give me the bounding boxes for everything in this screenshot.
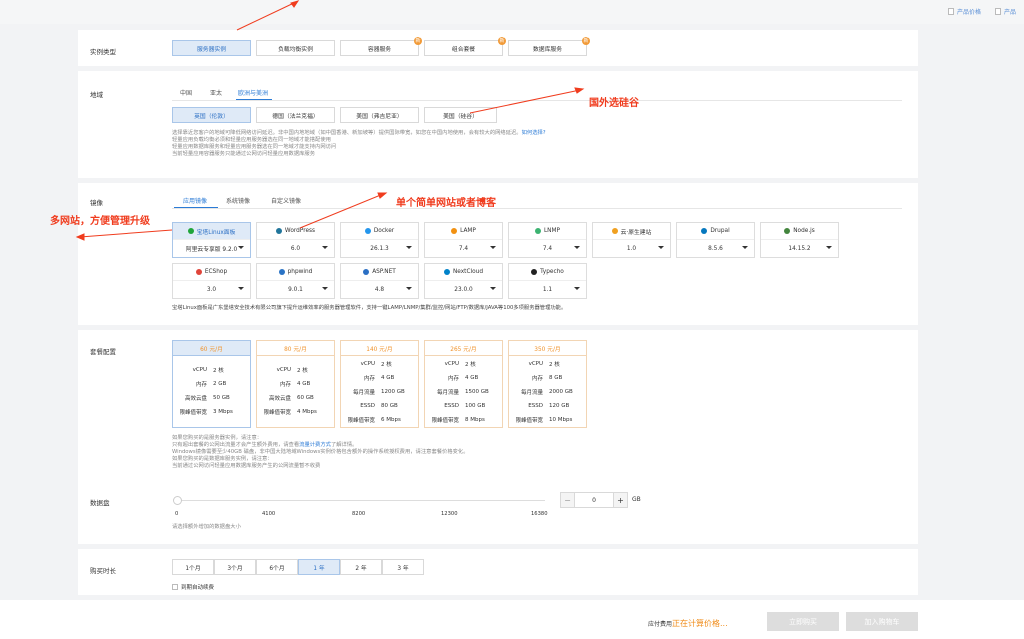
arrow-line — [469, 89, 581, 114]
arrow-line — [79, 229, 173, 238]
arrow-head — [377, 192, 388, 199]
annotation-arrows — [75, 0, 585, 241]
arrow-line — [236, 1, 297, 31]
arrow-line — [299, 193, 384, 229]
annotation-single-site: 单个简单网站或者博客 — [396, 198, 496, 209]
annotation-multi-site: 多网站，方便管理升级 — [50, 216, 150, 227]
arrow-head — [290, 0, 300, 8]
arrow-head — [75, 233, 85, 241]
arrow-head — [574, 87, 585, 94]
annotation-overseas: 国外选硅谷 — [589, 98, 639, 109]
